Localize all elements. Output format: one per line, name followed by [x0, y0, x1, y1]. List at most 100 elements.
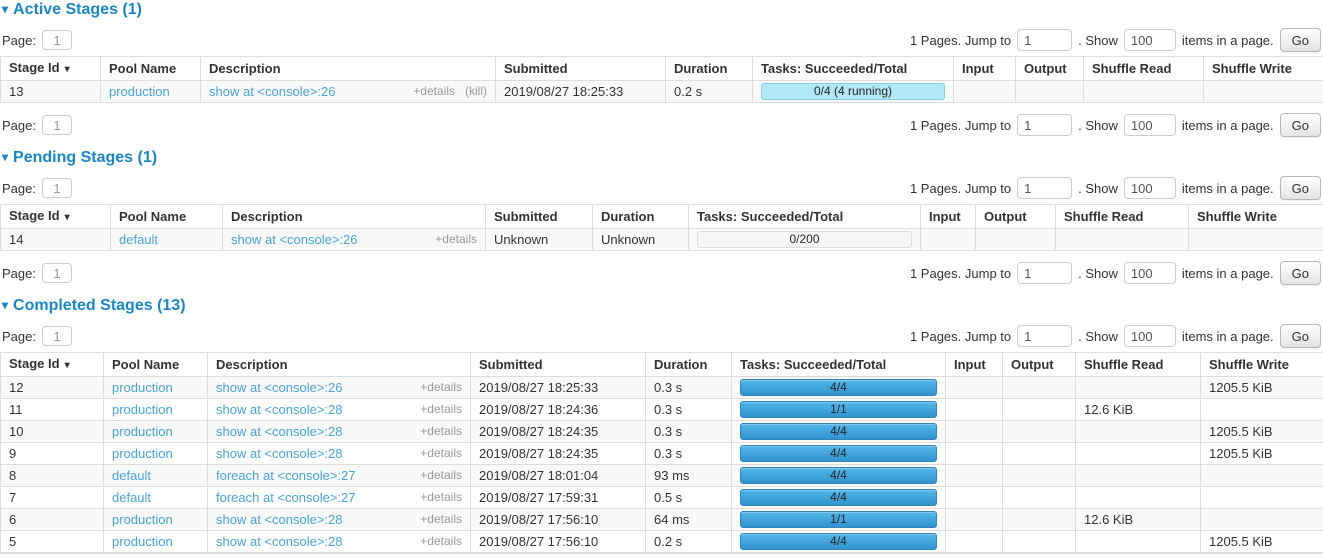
- column-header-submitted[interactable]: Submitted: [486, 205, 593, 229]
- column-header-output[interactable]: Output: [976, 205, 1056, 229]
- column-header-stage-id[interactable]: Stage Id▾: [1, 205, 111, 229]
- column-header-duration[interactable]: Duration: [593, 205, 689, 229]
- column-header-shuffle-write[interactable]: Shuffle Write: [1204, 57, 1323, 81]
- column-header-input[interactable]: Input: [946, 353, 1003, 377]
- description-link[interactable]: show at <console>:26: [231, 232, 357, 247]
- jump-to-input[interactable]: [1017, 177, 1072, 199]
- show-items-input[interactable]: [1124, 177, 1176, 199]
- column-header-input[interactable]: Input: [954, 57, 1016, 81]
- column-header-description[interactable]: Description: [208, 353, 471, 377]
- details-toggle[interactable]: +details: [435, 232, 477, 247]
- show-items-input[interactable]: [1124, 114, 1176, 136]
- pagination-bar: Page: 1 Pages. Jump to . Show items in a…: [2, 176, 1321, 200]
- go-button[interactable]: Go: [1280, 261, 1321, 285]
- column-header-stage-id[interactable]: Stage Id▾: [1, 353, 104, 377]
- details-toggle[interactable]: +details: [413, 84, 455, 99]
- column-header-output[interactable]: Output: [1003, 353, 1076, 377]
- details-toggle[interactable]: +details: [420, 402, 462, 417]
- column-header-output[interactable]: Output: [1016, 57, 1084, 81]
- details-toggle[interactable]: +details: [420, 534, 462, 549]
- pool-name-link[interactable]: production: [112, 446, 173, 461]
- show-items-input[interactable]: [1124, 325, 1176, 347]
- column-header-submitted[interactable]: Submitted: [471, 353, 646, 377]
- description-link[interactable]: show at <console>:28: [216, 512, 342, 527]
- page-number-input[interactable]: [42, 263, 72, 283]
- description-link[interactable]: show at <console>:26: [209, 84, 335, 99]
- show-items-input[interactable]: [1124, 262, 1176, 284]
- details-toggle[interactable]: +details: [420, 380, 462, 395]
- details-toggle[interactable]: +details: [420, 424, 462, 439]
- pool-name-link[interactable]: production: [112, 402, 173, 417]
- active-stages-heading[interactable]: ▾Active Stages (1): [2, 1, 1323, 18]
- pool-name-cell: production: [104, 399, 208, 421]
- column-header-shuffle-read[interactable]: Shuffle Read: [1056, 205, 1189, 229]
- description-link[interactable]: foreach at <console>:27: [216, 468, 356, 483]
- pool-name-link[interactable]: production: [112, 534, 173, 549]
- show-items-input[interactable]: [1124, 29, 1176, 51]
- column-header-pool-name[interactable]: Pool Name: [104, 353, 208, 377]
- details-toggle[interactable]: +details: [420, 446, 462, 461]
- page-number-input[interactable]: [42, 115, 72, 135]
- column-header-duration[interactable]: Duration: [646, 353, 732, 377]
- pool-name-link[interactable]: production: [112, 512, 173, 527]
- tasks-cell: 0/4 (4 running): [753, 81, 954, 103]
- column-header-input[interactable]: Input: [921, 205, 976, 229]
- stage-row: 13productionshow at <console>:26+details…: [1, 81, 1323, 103]
- description-cell: show at <console>:26 +details (kill): [201, 81, 496, 103]
- pool-name-link[interactable]: production: [112, 424, 173, 439]
- description-link[interactable]: show at <console>:28: [216, 424, 342, 439]
- pool-name-link[interactable]: production: [112, 380, 173, 395]
- active-stages-table: Stage Id▾Pool NameDescriptionSubmittedDu…: [0, 56, 1323, 103]
- description-link[interactable]: show at <console>:26: [216, 380, 342, 395]
- input-cell: [946, 487, 1003, 509]
- shuffle-write-cell: 1205.5 KiB: [1201, 377, 1323, 399]
- column-header-tasks-succeeded-total[interactable]: Tasks: Succeeded/Total: [689, 205, 921, 229]
- jump-to-input[interactable]: [1017, 262, 1072, 284]
- pool-name-link[interactable]: default: [112, 468, 151, 483]
- kill-link[interactable]: (kill): [465, 84, 487, 99]
- column-header-duration[interactable]: Duration: [666, 57, 753, 81]
- pool-name-link[interactable]: default: [119, 232, 158, 247]
- pool-name-link[interactable]: production: [109, 84, 170, 99]
- description-link[interactable]: foreach at <console>:27: [216, 490, 356, 505]
- column-header-tasks-succeeded-total[interactable]: Tasks: Succeeded/Total: [753, 57, 954, 81]
- page-number-input[interactable]: [42, 178, 72, 198]
- column-header-shuffle-write[interactable]: Shuffle Write: [1201, 353, 1323, 377]
- jump-to-input[interactable]: [1017, 325, 1072, 347]
- details-toggle[interactable]: +details: [420, 468, 462, 483]
- pool-name-link[interactable]: default: [112, 490, 151, 505]
- column-header-stage-id[interactable]: Stage Id▾: [1, 57, 101, 81]
- pending-stages-heading[interactable]: ▾Pending Stages (1): [2, 149, 1323, 166]
- jump-to-input[interactable]: [1017, 29, 1072, 51]
- column-header-description[interactable]: Description: [201, 57, 496, 81]
- output-cell: [1003, 443, 1076, 465]
- completed-stages-heading[interactable]: ▾Completed Stages (13): [2, 297, 1323, 314]
- go-button[interactable]: Go: [1280, 176, 1321, 200]
- page-number-input[interactable]: [42, 326, 72, 346]
- description-link[interactable]: show at <console>:28: [216, 446, 342, 461]
- go-button[interactable]: Go: [1280, 324, 1321, 348]
- shuffle-write-cell: 1205.5 KiB: [1201, 443, 1323, 465]
- details-toggle[interactable]: +details: [420, 490, 462, 505]
- page-number-input[interactable]: [42, 30, 72, 50]
- go-button[interactable]: Go: [1280, 113, 1321, 137]
- description-link[interactable]: show at <console>:28: [216, 534, 342, 549]
- collapse-arrow-icon: ▾: [2, 2, 8, 16]
- details-toggle[interactable]: +details: [420, 512, 462, 527]
- column-header-pool-name[interactable]: Pool Name: [111, 205, 223, 229]
- column-header-pool-name[interactable]: Pool Name: [101, 57, 201, 81]
- column-header-shuffle-read[interactable]: Shuffle Read: [1076, 353, 1201, 377]
- stage-id-cell: 9: [1, 443, 104, 465]
- column-header-submitted[interactable]: Submitted: [496, 57, 666, 81]
- stage-row: 9productionshow at <console>:28+details2…: [1, 443, 1323, 465]
- go-button[interactable]: Go: [1280, 28, 1321, 52]
- column-header-tasks-succeeded-total[interactable]: Tasks: Succeeded/Total: [732, 353, 946, 377]
- jump-to-input[interactable]: [1017, 114, 1072, 136]
- input-cell: [946, 421, 1003, 443]
- column-header-description[interactable]: Description: [223, 205, 486, 229]
- column-header-shuffle-read[interactable]: Shuffle Read: [1084, 57, 1204, 81]
- page-label: Page:: [2, 118, 36, 133]
- description-link[interactable]: show at <console>:28: [216, 402, 342, 417]
- column-header-shuffle-write[interactable]: Shuffle Write: [1189, 205, 1323, 229]
- output-cell: [1003, 399, 1076, 421]
